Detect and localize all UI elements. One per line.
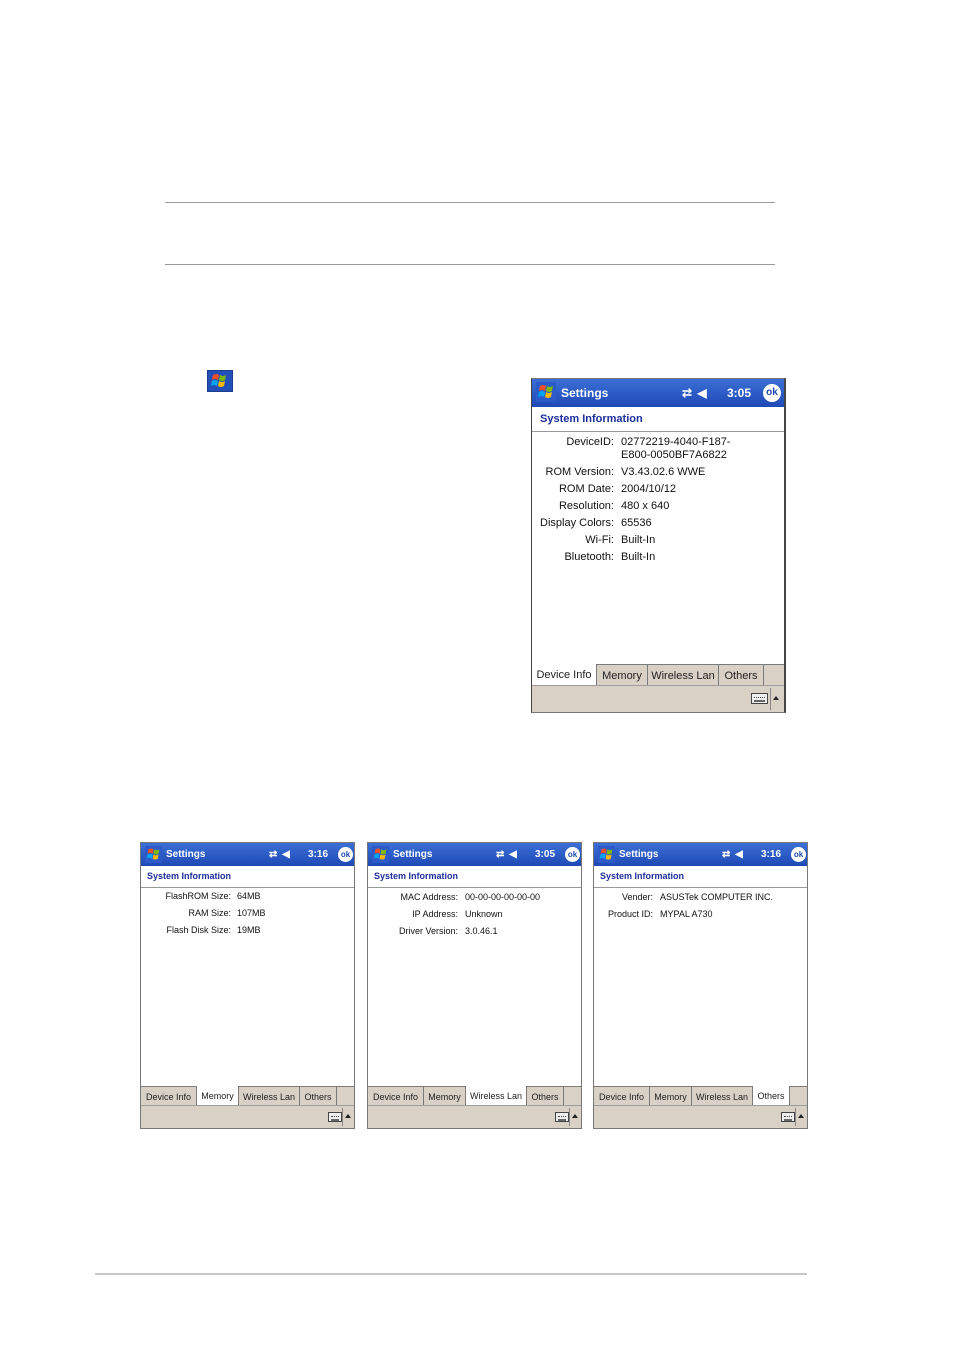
row-value-continued: E800-0050BF7A6822 [621, 449, 727, 461]
row-label: Display Colors: [540, 517, 614, 529]
row-value: 65536 [621, 517, 652, 529]
row-label: ROM Date: [558, 483, 614, 495]
start-menu-icon[interactable] [598, 846, 615, 863]
row-label: ROM Version: [545, 466, 614, 478]
keyboard-icon[interactable] [751, 693, 768, 704]
row-label: Bluetooth: [564, 551, 614, 563]
row-value: 107MB [237, 908, 266, 918]
menu-bar [141, 1105, 354, 1128]
keyboard-icon[interactable] [781, 1112, 795, 1122]
row-label: Flash Disk Size: [166, 925, 231, 935]
clock[interactable]: 3:16 [308, 843, 328, 866]
info-row-device-id: DeviceID: 02772219-4040-F187- E800-0050B… [532, 436, 784, 464]
row-value: Built-In [621, 551, 656, 563]
keyboard-icon[interactable] [328, 1112, 342, 1122]
title-bar: Settings ⇄ ◀ 3:05 ok [368, 843, 581, 866]
memory-screen: Settings ⇄ ◀ 3:16 ok System Information … [140, 842, 355, 1129]
ok-button[interactable]: ok [338, 847, 353, 862]
section-heading: System Information [594, 866, 807, 888]
keyboard-icon[interactable] [555, 1112, 569, 1122]
row-value: V3.43.02.6 WWE [621, 466, 706, 478]
sip-separator [569, 1108, 570, 1126]
section-heading: System Information [368, 866, 581, 888]
row-label: Vender: [621, 892, 653, 902]
sip-separator [770, 688, 771, 710]
up-arrow-icon[interactable] [572, 1114, 578, 1118]
row-label: Resolution: [558, 500, 614, 512]
row-label: Product ID: [607, 909, 653, 919]
row-label: MAC Address: [400, 892, 458, 902]
start-menu-icon[interactable] [145, 846, 162, 863]
sip-separator [795, 1108, 796, 1126]
clock[interactable]: 3:16 [761, 843, 781, 866]
top-divider [165, 202, 775, 203]
row-value: 19MB [237, 925, 261, 935]
others-screen: Settings ⇄ ◀ 3:16 ok System Information … [593, 842, 808, 1129]
connectivity-volume-icon[interactable]: ⇄ ◀ [682, 379, 708, 407]
sip-separator [342, 1108, 343, 1126]
tab-memory[interactable]: Memory [597, 665, 648, 687]
app-title: Settings [561, 386, 609, 400]
up-arrow-icon[interactable] [345, 1114, 351, 1118]
app-title: Settings [619, 849, 659, 860]
tab-others[interactable]: Others [719, 665, 764, 687]
row-label: FlashROM Size: [165, 891, 231, 901]
menu-bar [532, 685, 784, 712]
section-heading: System Information [141, 866, 354, 888]
app-title: Settings [166, 849, 206, 860]
windows-flag-icon [207, 370, 233, 392]
device-info-screen: Settings ⇄ ◀ 3:05 ok System Information … [531, 378, 786, 713]
app-title: Settings [393, 849, 433, 860]
ok-button[interactable]: ok [763, 384, 781, 402]
row-label: DeviceID: [566, 436, 614, 448]
row-value: Unknown [465, 909, 503, 919]
connectivity-volume-icon[interactable]: ⇄ ◀ [269, 843, 291, 866]
title-bar: Settings ⇄ ◀ 3:16 ok [141, 843, 354, 866]
clock[interactable]: 3:05 [535, 843, 555, 866]
tab-device-info[interactable]: Device Info [532, 664, 597, 687]
row-value: 00-00-00-00-00-00 [465, 892, 541, 902]
title-bar: Settings ⇄ ◀ 3:05 ok [532, 379, 784, 407]
ok-button[interactable]: ok [791, 847, 806, 862]
title-bar: Settings ⇄ ◀ 3:16 ok [594, 843, 807, 866]
ok-button[interactable]: ok [565, 847, 580, 862]
up-arrow-icon[interactable] [773, 696, 779, 700]
connectivity-volume-icon[interactable]: ⇄ ◀ [722, 843, 744, 866]
row-value: Built-In [621, 534, 656, 546]
up-arrow-icon[interactable] [798, 1114, 804, 1118]
tab-strip: Device Info Memory Wireless Lan Others [532, 664, 784, 687]
menu-bar [594, 1105, 807, 1128]
bottom-divider [165, 264, 775, 265]
row-value: 64MB [237, 891, 261, 901]
clock[interactable]: 3:05 [727, 379, 751, 407]
row-label: RAM Size: [188, 908, 231, 918]
row-label: Driver Version: [398, 926, 458, 936]
section-heading: System Information [532, 407, 784, 432]
footer-rule [95, 1273, 807, 1275]
row-value: 02772219-4040-F187- [621, 436, 731, 448]
row-label: IP Address: [412, 909, 458, 919]
wireless-lan-screen: Settings ⇄ ◀ 3:05 ok System Information … [367, 842, 582, 1129]
tab-wireless-lan[interactable]: Wireless Lan [648, 665, 719, 687]
row-value: 3.0.46.1 [465, 926, 498, 936]
connectivity-volume-icon[interactable]: ⇄ ◀ [496, 843, 518, 866]
menu-bar [368, 1105, 581, 1128]
row-label: Wi-Fi: [585, 534, 614, 546]
row-value: 2004/10/12 [621, 483, 677, 495]
row-value: 480 x 640 [621, 500, 670, 512]
row-value: ASUSTek COMPUTER INC. [660, 892, 774, 902]
row-value: MYPAL A730 [660, 909, 713, 919]
start-menu-icon[interactable] [536, 382, 556, 402]
start-menu-icon[interactable] [372, 846, 389, 863]
